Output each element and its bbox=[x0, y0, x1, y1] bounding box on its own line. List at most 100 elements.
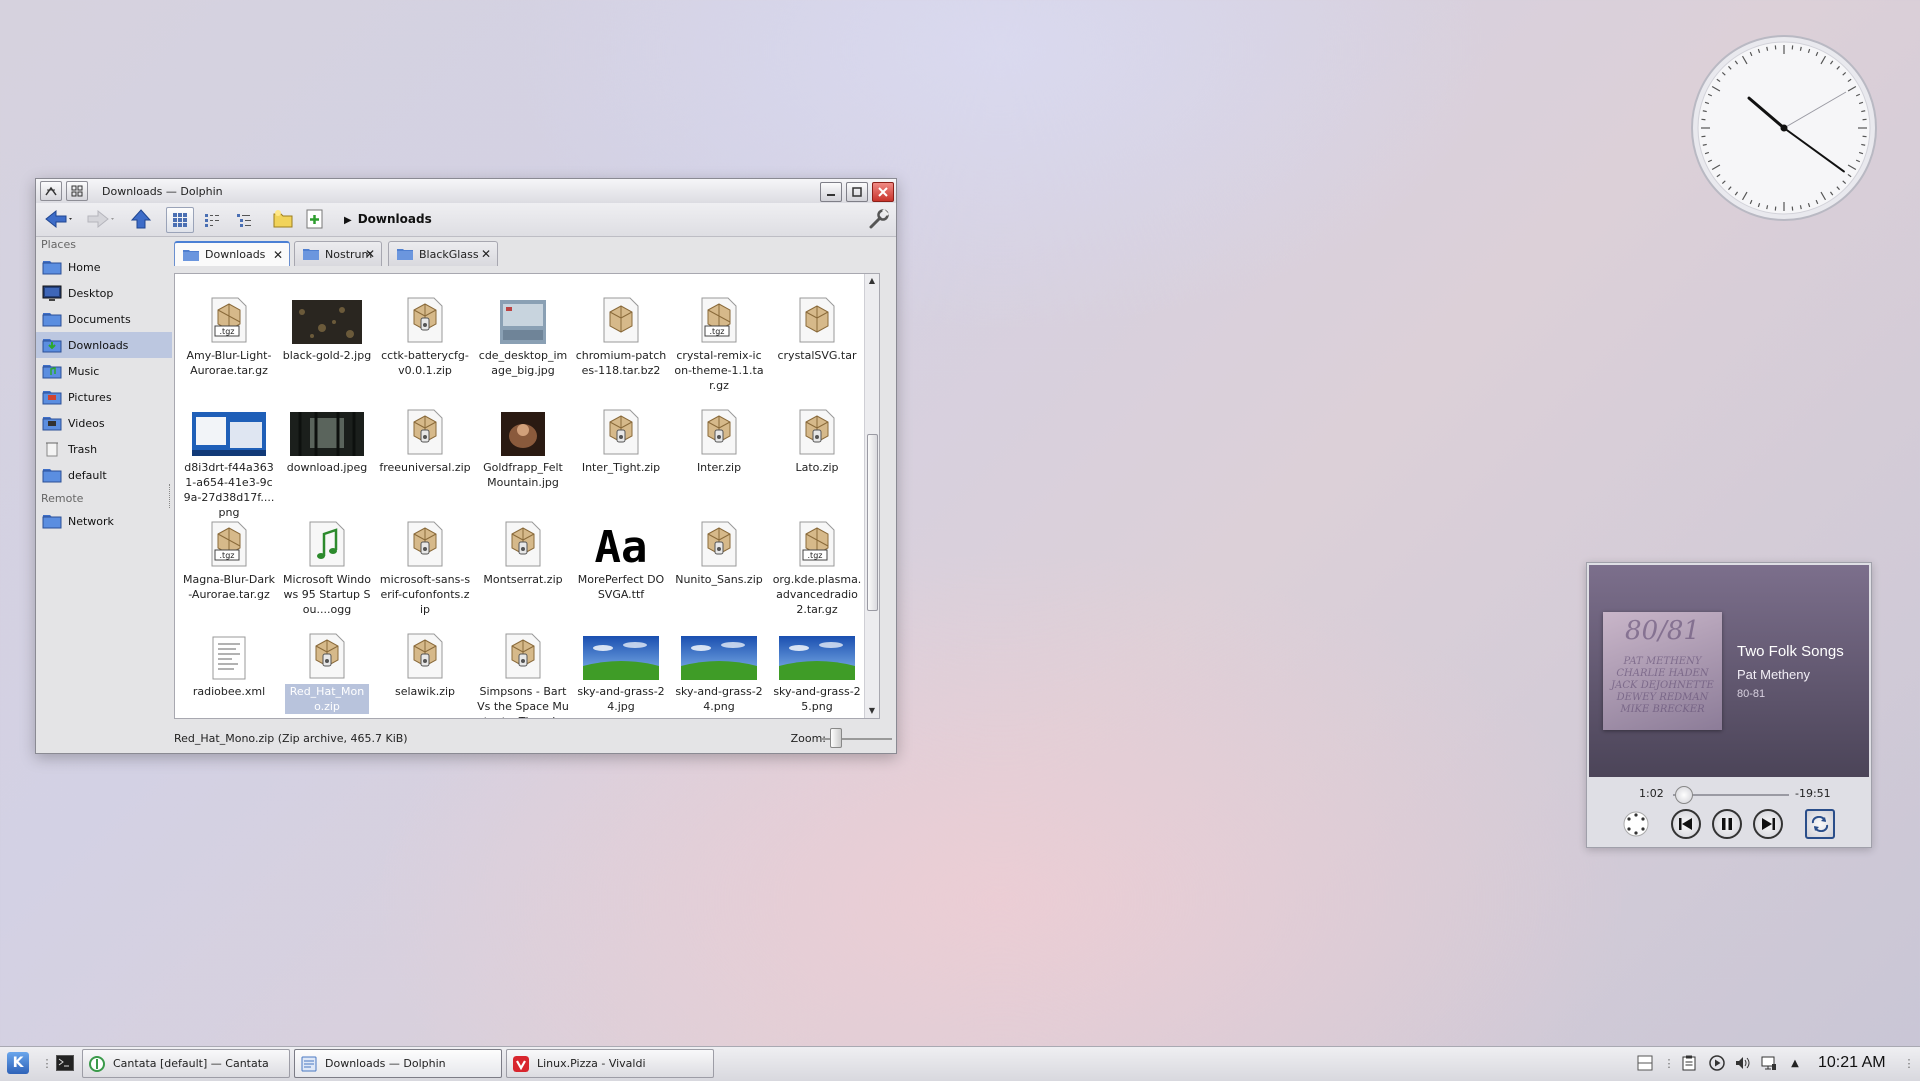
new-folder-button[interactable] bbox=[272, 208, 294, 230]
file-name: Inter.zip bbox=[671, 460, 767, 475]
pager-icon[interactable] bbox=[1636, 1054, 1654, 1072]
file-item[interactable]: cde_desktop_image_big.jpg bbox=[475, 288, 571, 378]
close-tab-icon[interactable]: ✕ bbox=[481, 247, 491, 261]
panel-handle-icon[interactable]: ⋮ bbox=[1900, 1054, 1918, 1072]
trash-icon bbox=[42, 441, 62, 457]
places-item-videos[interactable]: Videos bbox=[36, 410, 172, 436]
videos-folder-icon bbox=[42, 415, 62, 431]
file-item[interactable]: freeuniversal.zip bbox=[377, 400, 473, 475]
file-item[interactable]: Nunito_Sans.zip bbox=[671, 512, 767, 587]
places-item-home[interactable]: Home bbox=[36, 254, 172, 280]
dolphin-window: Downloads — Dolphin bbox=[35, 178, 897, 754]
network-icon[interactable] bbox=[1760, 1054, 1778, 1072]
tray-handle-icon[interactable]: ⋮ bbox=[1660, 1054, 1678, 1072]
tab-blackglass[interactable]: BlackGlass ✕ bbox=[388, 241, 498, 266]
repeat-icon[interactable] bbox=[1805, 809, 1835, 839]
file-item[interactable]: cctk-batterycfg-v0.0.1.zip bbox=[377, 288, 473, 378]
drag-handle-icon[interactable]: ⋮ bbox=[38, 1054, 56, 1072]
places-item-pictures[interactable]: Pictures bbox=[36, 384, 172, 410]
media-controller-icon[interactable] bbox=[1708, 1054, 1726, 1072]
file-name: radiobee.xml bbox=[181, 684, 277, 699]
file-item[interactable]: chromium-patches-118.tar.bz2 bbox=[573, 288, 669, 378]
file-item[interactable]: Red_Hat_Mono.zip bbox=[279, 624, 375, 714]
close-tab-icon[interactable]: ✕ bbox=[273, 248, 283, 262]
places-item-network[interactable]: Network bbox=[36, 508, 172, 534]
up-button[interactable] bbox=[130, 208, 152, 230]
file-item[interactable]: .tgzorg.kde.plasma.advancedradio2.tar.gz bbox=[769, 512, 865, 617]
panel-splitter[interactable] bbox=[169, 484, 172, 508]
file-item[interactable]: radiobee.xml bbox=[181, 624, 277, 699]
file-view[interactable]: .tgzAmy-Blur-Light-Aurorae.tar.gzblack-g… bbox=[174, 273, 880, 719]
scroll-up-icon[interactable]: ▲ bbox=[865, 274, 879, 288]
file-name: Lato.zip bbox=[769, 460, 865, 475]
file-item[interactable]: Simpsons - Bart Vs the Space Mutants. Th… bbox=[475, 624, 571, 719]
places-item-desktop[interactable]: Desktop bbox=[36, 280, 172, 306]
volume-icon[interactable] bbox=[1734, 1054, 1752, 1072]
file-item[interactable]: AaMorePerfect DOSVGA.ttf bbox=[573, 512, 669, 602]
file-item[interactable]: Microsoft Windows 95 Startup Sou....ogg bbox=[279, 512, 375, 617]
cantata-icon[interactable] bbox=[1621, 809, 1651, 839]
file-item[interactable]: sky-and-grass-24.png bbox=[671, 624, 767, 714]
minimize-button[interactable] bbox=[820, 182, 842, 202]
seek-handle[interactable] bbox=[1675, 786, 1693, 804]
track-title: Two Folk Songs bbox=[1737, 643, 1844, 660]
keep-above-button[interactable] bbox=[66, 181, 88, 201]
file-item[interactable]: download.jpeg bbox=[279, 400, 375, 475]
icons-view-button[interactable] bbox=[166, 207, 194, 233]
file-item[interactable]: Lato.zip bbox=[769, 400, 865, 475]
kde-menu-icon[interactable]: K bbox=[7, 1052, 29, 1074]
previous-track-button[interactable] bbox=[1671, 809, 1701, 839]
task-dolphin[interactable]: Downloads — Dolphin bbox=[294, 1049, 502, 1078]
file-item[interactable]: Goldfrapp_Felt Mountain.jpg bbox=[475, 400, 571, 490]
file-item[interactable]: Montserrat.zip bbox=[475, 512, 571, 587]
scroll-down-icon[interactable]: ▼ bbox=[865, 704, 879, 718]
forward-button[interactable] bbox=[86, 208, 116, 230]
breadcrumb-current[interactable]: Downloads bbox=[358, 212, 432, 226]
zoom-slider-handle[interactable] bbox=[830, 728, 842, 748]
file-item[interactable]: .tgzMagna-Blur-Dark-Aurorae.tar.gz bbox=[181, 512, 277, 602]
places-item-music[interactable]: Music bbox=[36, 358, 172, 384]
places-item-default[interactable]: default bbox=[36, 462, 172, 488]
places-item-documents[interactable]: Documents bbox=[36, 306, 172, 332]
tab-nostrum[interactable]: Nostrum ✕ bbox=[294, 241, 382, 266]
maximize-button[interactable] bbox=[846, 182, 868, 202]
file-item[interactable]: .tgzcrystal-remix-icon-theme-1.1.tar.gz bbox=[671, 288, 767, 393]
task-vivaldi[interactable]: Linux.Pizza - Vivaldi bbox=[506, 1049, 714, 1078]
compact-view-button[interactable] bbox=[198, 207, 226, 233]
clipboard-icon[interactable] bbox=[1680, 1054, 1698, 1072]
title-bar[interactable]: Downloads — Dolphin bbox=[36, 179, 896, 204]
new-file-button[interactable] bbox=[304, 208, 326, 230]
file-item[interactable]: d8i3drt-f44a3631-a654-41e3-9c9a-27d38d17… bbox=[181, 400, 277, 520]
vertical-scrollbar[interactable]: ▲ ▼ bbox=[864, 274, 879, 718]
file-item[interactable]: Inter_Tight.zip bbox=[573, 400, 669, 475]
close-button[interactable] bbox=[872, 182, 894, 202]
next-track-button[interactable] bbox=[1753, 809, 1783, 839]
pause-button[interactable] bbox=[1712, 809, 1742, 839]
file-item[interactable]: Inter.zip bbox=[671, 400, 767, 475]
file-item[interactable]: .tgzAmy-Blur-Light-Aurorae.tar.gz bbox=[181, 288, 277, 378]
text-file-icon bbox=[181, 624, 277, 680]
back-button[interactable] bbox=[44, 208, 74, 230]
tab-downloads[interactable]: Downloads ✕ bbox=[174, 241, 290, 266]
pictures-folder-icon bbox=[42, 389, 62, 405]
file-item[interactable]: sky-and-grass-24.jpg bbox=[573, 624, 669, 714]
tray-expand-icon[interactable]: ▲ bbox=[1786, 1054, 1804, 1072]
close-tab-icon[interactable]: ✕ bbox=[365, 247, 375, 261]
places-item-downloads[interactable]: Downloads bbox=[36, 332, 172, 358]
file-item[interactable]: black-gold-2.jpg bbox=[279, 288, 375, 363]
file-item[interactable]: crystalSVG.tar bbox=[769, 288, 865, 363]
window-menu-button[interactable] bbox=[40, 181, 62, 201]
breadcrumb[interactable]: ▶Downloads bbox=[344, 212, 432, 226]
file-item[interactable]: sky-and-grass-25.png bbox=[769, 624, 865, 714]
places-item-trash[interactable]: Trash bbox=[36, 436, 172, 462]
image-thumbnail bbox=[671, 624, 767, 680]
taskbar-clock[interactable]: 10:21 AM bbox=[1818, 1054, 1886, 1072]
settings-wrench-icon[interactable] bbox=[868, 208, 890, 230]
track-artist: Pat Metheny bbox=[1737, 667, 1810, 682]
task-cantata[interactable]: Cantata [default] — Cantata bbox=[82, 1049, 290, 1078]
scrollbar-thumb[interactable] bbox=[867, 434, 878, 611]
file-item[interactable]: microsoft-sans-serif-cufonfonts.zip bbox=[377, 512, 473, 617]
details-view-button[interactable] bbox=[230, 207, 258, 233]
file-item[interactable]: selawik.zip bbox=[377, 624, 473, 699]
terminal-launcher-icon[interactable] bbox=[56, 1054, 74, 1072]
